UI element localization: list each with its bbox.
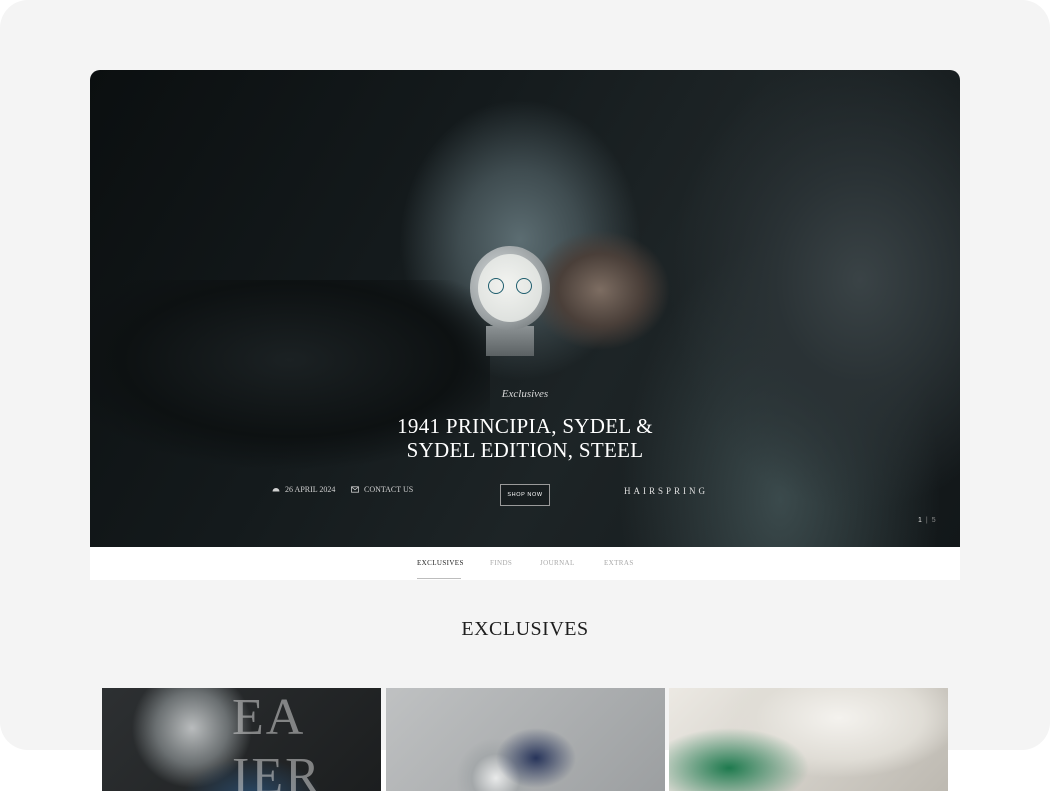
tab-finds[interactable]: FINDS xyxy=(490,559,512,567)
pager-separator: | xyxy=(925,517,928,524)
contact-link-text: CONTACT US xyxy=(364,485,414,494)
brand-logo[interactable]: HAIRSPRING xyxy=(624,486,708,496)
tab-extras[interactable]: EXTRAS xyxy=(604,559,634,567)
hero-title-line2: SYDEL EDITION, STEEL xyxy=(406,438,644,462)
tab-journal[interactable]: JOURNAL xyxy=(540,559,575,567)
pager-total: 5 xyxy=(931,517,936,524)
shop-now-button[interactable]: SHOP NOW xyxy=(500,484,550,506)
mail-icon xyxy=(351,486,359,493)
hero-content: Exclusives 1941 PRINCIPIA, SYDEL & SYDEL… xyxy=(90,70,960,547)
category-tabs: EXCLUSIVES FINDS JOURNAL EXTRAS xyxy=(90,547,960,580)
hero-banner: Exclusives 1941 PRINCIPIA, SYDEL & SYDEL… xyxy=(90,70,960,547)
product-card-1-lettering: EA IER xyxy=(232,689,322,791)
product-card-2[interactable] xyxy=(386,688,665,791)
active-tab-underline xyxy=(417,578,461,579)
slide-pager[interactable]: 1 | 5 xyxy=(918,517,936,524)
section-title: EXCLUSIVES xyxy=(461,618,589,640)
product-card-3[interactable] xyxy=(669,688,948,791)
contact-link[interactable]: CONTACT US xyxy=(351,485,413,494)
hero-title-line1: 1941 PRINCIPIA, SYDEL & xyxy=(397,414,653,438)
hero-kicker: Exclusives xyxy=(501,388,549,400)
product-card-1[interactable]: EA IER xyxy=(102,688,381,791)
hero-date: 26 APRIL 2024 xyxy=(272,485,335,494)
calendar-icon xyxy=(272,486,280,493)
hero-title: 1941 PRINCIPIA, SYDEL & SYDEL EDITION, S… xyxy=(90,414,960,462)
hero-date-text: 26 APRIL 2024 xyxy=(285,485,336,494)
pager-current: 1 xyxy=(918,517,922,524)
tab-exclusives[interactable]: EXCLUSIVES xyxy=(417,559,464,567)
